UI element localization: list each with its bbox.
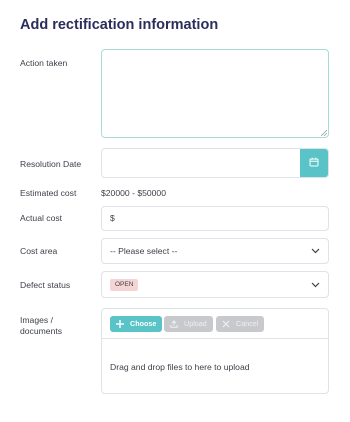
date-picker-button[interactable]: [300, 149, 328, 177]
actual-cost-label: Actual cost: [20, 213, 63, 223]
cost-area-selected-value: -- Please select --: [110, 246, 178, 256]
upload-toolbar: Choose Upload Cancel: [102, 309, 328, 339]
page-title: Add rectification information: [20, 17, 219, 33]
calendar-icon: [309, 157, 319, 167]
resolution-date-label: Resolution Date: [20, 159, 82, 169]
plus-icon: [116, 320, 124, 328]
estimated-cost-label: Estimated cost: [20, 188, 77, 198]
status-badge: OPEN: [110, 279, 139, 291]
images-documents-label-line2: documents: [20, 326, 63, 336]
estimated-cost-value: $20000 - $50000: [101, 188, 166, 198]
choose-button[interactable]: Choose: [110, 316, 163, 332]
action-taken-label: Action taken: [20, 58, 68, 68]
action-taken-textarea[interactable]: [101, 49, 329, 138]
defect-status-label: Defect status: [20, 280, 71, 290]
resolution-date-input[interactable]: [101, 148, 329, 178]
actual-cost-input[interactable]: $: [101, 206, 329, 231]
cost-area-select[interactable]: -- Please select --: [101, 238, 329, 264]
cancel-button[interactable]: Cancel: [216, 316, 265, 332]
dropzone-text: Drag and drop files to here to upload: [110, 362, 250, 372]
defect-status-select[interactable]: OPEN: [101, 271, 329, 298]
cancel-button-label: Cancel: [236, 319, 259, 328]
chevron-down-icon: [311, 282, 320, 288]
resize-handle-icon[interactable]: [321, 130, 327, 136]
file-upload-panel: Choose Upload Cancel Drag and drop files…: [101, 308, 329, 394]
chevron-down-icon: [311, 248, 320, 254]
upload-button-label: Upload: [184, 319, 207, 328]
upload-icon: [170, 320, 178, 328]
close-icon: [222, 320, 230, 328]
choose-button-label: Choose: [130, 319, 157, 328]
upload-button[interactable]: Upload: [164, 316, 213, 332]
cost-area-label: Cost area: [20, 246, 58, 256]
currency-prefix: $: [110, 213, 115, 223]
